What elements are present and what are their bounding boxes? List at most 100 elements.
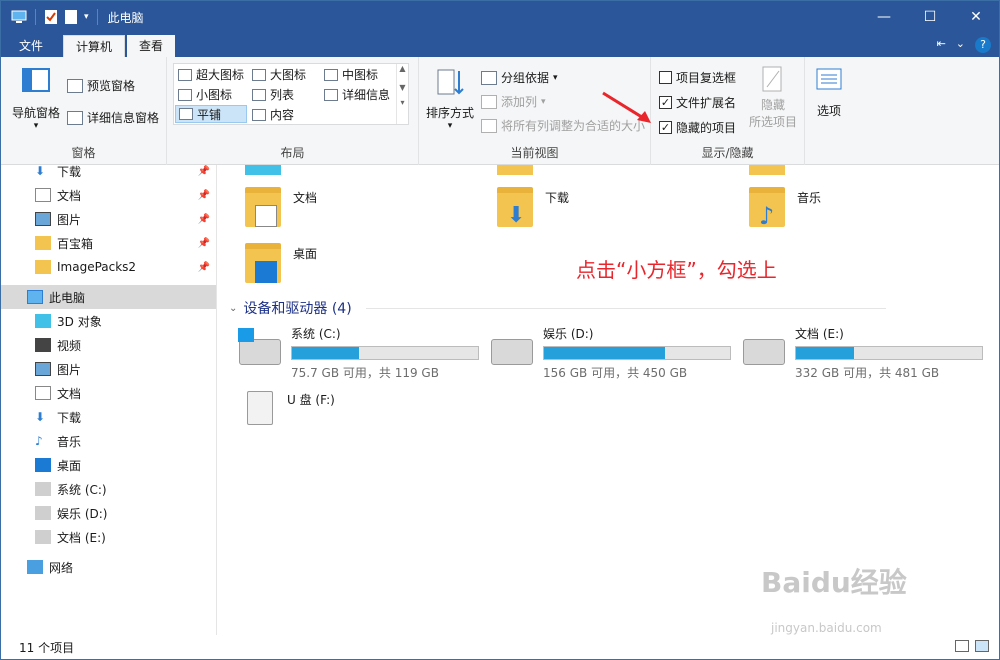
pin-icon[interactable]: 📌 <box>198 190 210 201</box>
layout-small-icons[interactable]: 小图标 <box>178 86 232 103</box>
pin-ribbon-icon[interactable]: ⇤ <box>937 37 946 53</box>
close-button[interactable]: ✕ <box>953 1 999 33</box>
pin-icon[interactable]: 📌 <box>198 214 210 225</box>
sort-by-chevron-icon: ▾ <box>447 121 453 131</box>
layout-list[interactable]: 列表 <box>252 86 294 103</box>
nav-item-network[interactable]: 网络 <box>1 555 216 579</box>
details-icon <box>324 88 338 101</box>
drive-usage-fill <box>796 347 854 359</box>
nav-item-quick-documents[interactable]: 文档 📌 <box>1 183 216 207</box>
layout-large-icons-label: 大图标 <box>270 68 307 82</box>
layout-content[interactable]: 内容 <box>252 106 294 123</box>
nav-item-quick-download[interactable]: ⬇ 下载 📌 <box>1 165 216 183</box>
pin-icon[interactable]: 📌 <box>198 262 210 273</box>
folder-tile-desktop[interactable]: 桌面 <box>245 243 317 283</box>
nav-item-this-pc[interactable]: 此电脑 <box>1 285 216 309</box>
hidden-items-checkbox[interactable]: ✓ <box>659 121 672 134</box>
nav-item-quick-pictures[interactable]: 图片 📌 <box>1 207 216 231</box>
layout-gallery: 超大图标 大图标 中图标 小图标 列表 详细信息 平铺 内容 ▲ ▼ ▾ <box>173 63 409 125</box>
item-checkboxes-checkbox[interactable] <box>659 71 672 84</box>
nav-item-drive-e[interactable]: 文档 (E:) <box>1 525 216 549</box>
folder-tile-music[interactable]: ♪ 音乐 <box>749 187 821 228</box>
folder-tile-downloads[interactable]: ⬇ 下载 <box>497 187 569 227</box>
large-icons-icon <box>252 68 266 81</box>
expand-ribbon-chevron-icon[interactable]: ⌄ <box>956 37 965 53</box>
usb-drive-icon <box>247 391 273 425</box>
file-extensions-toggle[interactable]: ✓ 文件扩展名 <box>659 94 736 111</box>
nav-item-music[interactable]: ♪ 音乐 <box>1 429 216 453</box>
details-pane-button[interactable]: 详细信息窗格 <box>67 109 159 126</box>
section-divider <box>365 307 886 309</box>
pin-icon[interactable]: 📌 <box>198 238 210 249</box>
drive-free-space: 156 GB 可用，共 450 GB <box>543 366 688 380</box>
hide-selected-button[interactable]: 隐藏 所选项目 <box>745 65 801 130</box>
nav-item-pictures[interactable]: 图片 <box>1 357 216 381</box>
layout-gallery-scroller[interactable]: ▲ ▼ ▾ <box>396 64 408 124</box>
tab-computer[interactable]: 计算机 <box>63 35 125 57</box>
maximize-button[interactable]: ☐ <box>907 1 953 33</box>
group-by-button[interactable]: 分组依据 ▾ <box>481 69 558 86</box>
new-folder-icon[interactable] <box>64 9 78 25</box>
nav-item-desktop[interactable]: 桌面 <box>1 453 216 477</box>
sort-by-button[interactable]: 排序方式 ▾ <box>425 67 475 131</box>
layout-medium-icons[interactable]: 中图标 <box>324 66 378 83</box>
system-drive-icon <box>35 482 51 496</box>
show-hide-group-label: 显示/隐藏 <box>701 146 754 160</box>
pin-icon[interactable]: 📌 <box>198 166 210 177</box>
collapse-chevron-icon[interactable]: ⌄ <box>229 303 237 314</box>
file-extensions-checkbox[interactable]: ✓ <box>659 96 672 109</box>
gallery-more-icon[interactable]: ▾ <box>397 98 408 107</box>
sort-icon <box>437 69 464 95</box>
drive-tile-c[interactable]: 系统 (C:) 75.7 GB 可用，共 119 GB <box>238 325 479 381</box>
nav-item-drive-c[interactable]: 系统 (C:) <box>1 477 216 501</box>
nav-item-quick-imagepacks2[interactable]: ImagePacks2 📌 <box>1 255 216 279</box>
download-icon: ⬇ <box>35 165 46 178</box>
folder-tile-documents[interactable]: 文档 <box>245 187 317 227</box>
drive-icon <box>35 506 51 520</box>
layout-large-icons[interactable]: 大图标 <box>252 66 306 83</box>
video-icon <box>35 338 51 352</box>
large-icons-view-icon[interactable] <box>975 640 989 652</box>
drive-tile-f[interactable]: U 盘 (F:) <box>247 391 335 425</box>
preview-pane-button[interactable]: 预览窗格 <box>67 77 135 94</box>
tab-view[interactable]: 查看 <box>127 35 175 57</box>
minimize-button[interactable]: — <box>861 1 907 33</box>
drive-info: 娱乐 (D:) 156 GB 可用，共 450 GB <box>543 325 731 381</box>
options-button[interactable]: 选项 <box>809 67 849 119</box>
drive-usage-fill <box>544 347 665 359</box>
nav-item-documents[interactable]: 文档 <box>1 381 216 405</box>
devices-section-header[interactable]: ⌄ 设备和驱动器 (4) <box>229 298 886 318</box>
nav-item-drive-d[interactable]: 娱乐 (D:) <box>1 501 216 525</box>
picture-icon <box>35 362 51 376</box>
item-checkboxes-toggle[interactable]: 项目复选框 <box>659 69 736 86</box>
ribbon-right-controls: ⇤ ⌄ ? <box>937 37 991 53</box>
properties-icon[interactable] <box>44 9 58 25</box>
folder-name: 文档 <box>293 191 318 205</box>
group-by-icon <box>481 70 497 85</box>
tutorial-annotation: 点击“小方框”，勾选上 <box>576 258 777 282</box>
nav-item-3d-objects[interactable]: 3D 对象 <box>1 309 216 333</box>
size-columns-icon <box>481 118 497 133</box>
hidden-items-toggle[interactable]: ✓ 隐藏的项目 <box>659 119 736 136</box>
hide-selected-label-line1: 隐藏 <box>760 98 785 112</box>
drive-tile-e[interactable]: 文档 (E:) 332 GB 可用，共 481 GB <box>743 325 983 381</box>
details-view-icon[interactable] <box>955 640 969 652</box>
tab-file[interactable]: 文件 <box>1 35 61 57</box>
drive-tile-d[interactable]: 娱乐 (D:) 156 GB 可用，共 450 GB <box>491 325 731 381</box>
layout-extra-large-icons[interactable]: 超大图标 <box>178 66 244 83</box>
nav-item-downloads[interactable]: ⬇ 下载 <box>1 405 216 429</box>
current-view-group-label: 当前视图 <box>510 146 559 160</box>
scroll-up-icon[interactable]: ▲ <box>397 64 408 73</box>
add-columns-button[interactable]: 添加列 ▾ <box>481 93 546 110</box>
nav-item-quick-baibaoxiang[interactable]: 百宝箱 📌 <box>1 231 216 255</box>
nav-pane-button[interactable]: 导航窗格 ▾ <box>11 67 61 131</box>
folder-name: 下载 <box>545 191 570 205</box>
customize-toolbar-chevron-icon[interactable]: ▾ <box>84 12 89 22</box>
layout-tiles-label: 平铺 <box>197 107 222 122</box>
layout-details[interactable]: 详细信息 <box>324 86 390 103</box>
layout-tiles[interactable]: 平铺 <box>175 105 247 123</box>
drive-name: 系统 (C:) <box>291 327 341 341</box>
nav-item-videos[interactable]: 视频 <box>1 333 216 357</box>
scroll-down-icon[interactable]: ▼ <box>397 83 408 92</box>
help-icon[interactable]: ? <box>975 37 991 53</box>
